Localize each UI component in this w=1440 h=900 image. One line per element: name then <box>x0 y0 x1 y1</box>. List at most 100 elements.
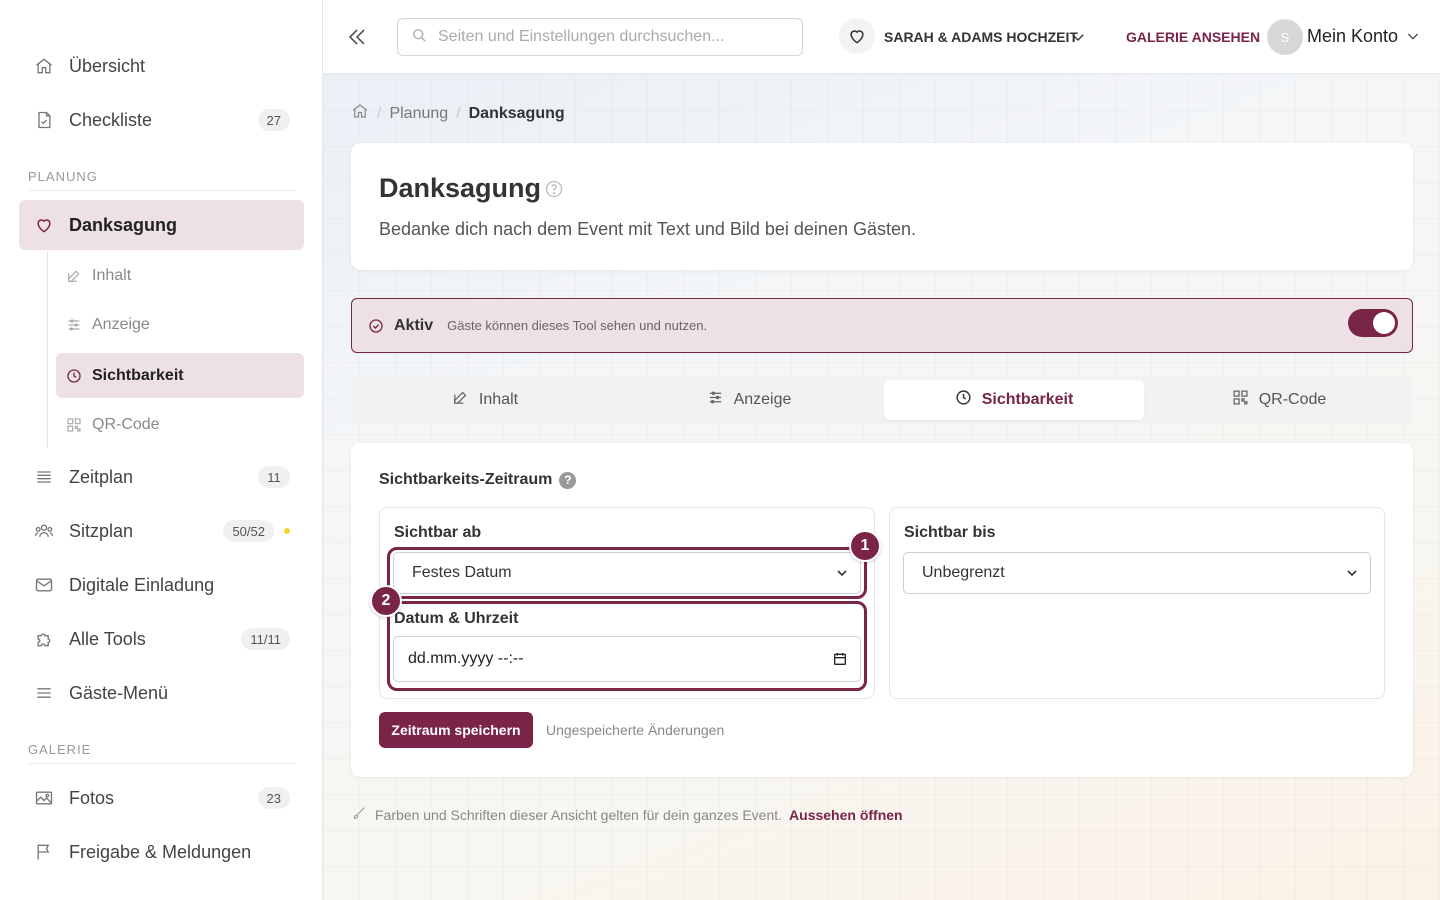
sidebar-item-zeitplan[interactable]: Zeitplan 11 <box>19 452 304 502</box>
sidebar-subitem-label: Anzeige <box>92 315 150 333</box>
view-gallery-link[interactable]: GALERIE ANSEHEN <box>1126 29 1260 45</box>
qr-code-icon <box>66 417 82 433</box>
list-icon <box>33 466 55 488</box>
sidebar-item-label: Zeitplan <box>69 466 134 487</box>
count-badge: 11/11 <box>241 628 290 650</box>
visibility-card: Sichtbarkeits-Zeitraum ? Sichtbar ab Fes… <box>351 443 1413 777</box>
unsaved-changes-note: Ungespeicherte Änderungen <box>546 722 725 738</box>
datetime-input[interactable]: dd.mm.yyyy --:-- <box>393 636 861 682</box>
tab-label: Anzeige <box>733 391 792 408</box>
sidebar-item-gaeste-menue[interactable]: Gäste-Menü <box>19 668 304 718</box>
status-hint: Gäste können dieses Tool sehen und nutze… <box>447 318 708 333</box>
tab-label: Inhalt <box>478 391 519 408</box>
calendar-icon[interactable] <box>832 651 848 667</box>
users-icon <box>33 520 55 542</box>
chevron-down-icon[interactable] <box>1405 28 1421 44</box>
breadcrumb-separator: / <box>377 104 382 122</box>
sidebar-item-freigabe-meldungen[interactable]: Freigabe & Meldungen <box>19 827 304 877</box>
mail-icon <box>33 574 55 596</box>
open-appearance-link[interactable]: Aussehen öffnen <box>789 807 903 823</box>
sidebar-item-sitzplan[interactable]: Sitzplan 50/52 <box>19 506 304 556</box>
topbar: SARAH & ADAMS HOCHZEIT GALERIE ANSEHEN S… <box>323 0 1440 74</box>
breadcrumb-parent[interactable]: Planung <box>389 105 448 123</box>
sidebar-item-fotos[interactable]: Fotos 23 <box>19 773 304 823</box>
page-title: Danksagung <box>379 173 542 203</box>
sidebar-item-digitale-einladung[interactable]: Digitale Einladung <box>19 560 304 610</box>
account-menu[interactable]: Mein Konto <box>1307 26 1398 47</box>
sidebar-item-checkliste[interactable]: Checkliste 27 <box>19 95 304 145</box>
status-dot <box>284 528 290 534</box>
sidebar-subitem-sichtbarkeit[interactable]: Sichtbarkeit <box>56 353 304 398</box>
section-title: Sichtbarkeits-Zeitraum ? <box>379 471 577 489</box>
edit-icon <box>452 389 479 411</box>
event-switcher[interactable]: SARAH & ADAMS HOCHZEIT <box>884 29 1078 45</box>
tab-inhalt[interactable]: Inhalt <box>355 380 615 420</box>
sidebar-item-label: Fotos <box>69 787 115 808</box>
sidebar-subitem-anzeige[interactable]: Anzeige <box>56 302 304 347</box>
event-heart-icon <box>839 18 875 54</box>
sidebar-subitem-label: QR-Code <box>92 415 160 433</box>
visible-until-panel: Sichtbar bis <box>889 507 1385 699</box>
sidebar-item-danksagung[interactable]: Danksagung <box>19 200 304 250</box>
sidebar-item-label: Freigabe & Meldungen <box>69 841 252 862</box>
sliders-icon <box>66 317 82 333</box>
save-period-button[interactable]: Zeitraum speichern <box>379 712 533 748</box>
menu-icon <box>33 682 55 704</box>
chevron-down-icon[interactable] <box>1069 28 1087 46</box>
sidebar: Übersicht Checkliste 27 PLANUNG Danksagu… <box>0 0 323 900</box>
sidebar-item-uebersicht[interactable]: Übersicht <box>19 41 304 91</box>
breadcrumb: / Planung / Danksagung <box>351 102 565 125</box>
qr-code-icon <box>1232 389 1259 411</box>
footer-note-text: Farben und Schriften dieser Ansicht gelt… <box>375 806 783 823</box>
sidebar-subitem-label: Inhalt <box>92 266 132 284</box>
sidebar-subitem-qr-code[interactable]: QR-Code <box>56 402 304 447</box>
submenu-line <box>47 252 48 448</box>
sidebar-subitem-label: Sichtbarkeit <box>92 366 184 384</box>
help-icon[interactable] <box>544 179 564 199</box>
active-toggle[interactable] <box>1348 309 1398 337</box>
checklist-icon <box>33 109 55 131</box>
home-icon <box>33 55 55 77</box>
tab-sichtbarkeit[interactable]: Sichtbarkeit <box>884 380 1144 420</box>
flag-icon <box>33 841 55 863</box>
visible-until-select[interactable]: Unbegrenzt <box>903 552 1371 594</box>
count-badge: 11 <box>258 466 290 488</box>
sidebar-item-label: Danksagung <box>69 214 178 235</box>
tab-label: QR-Code <box>1258 391 1327 408</box>
count-badge: 27 <box>257 109 290 131</box>
help-icon[interactable]: ? <box>559 471 577 489</box>
home-icon[interactable] <box>351 102 369 125</box>
puzzle-icon <box>33 628 55 650</box>
header-card: Danksagung Bedanke dich nach dem Event m… <box>351 143 1413 270</box>
sidebar-item-label: Gäste-Menü <box>69 682 169 703</box>
sidebar-item-label: Alle Tools <box>69 628 146 649</box>
sidebar-item-label: Digitale Einladung <box>69 574 215 595</box>
datetime-placeholder: dd.mm.yyyy --:-- <box>408 650 524 667</box>
search-box[interactable] <box>397 18 803 56</box>
section-heading-galerie: GALERIE <box>28 742 296 764</box>
visible-from-select[interactable]: Festes Datum <box>393 552 861 594</box>
image-icon <box>33 787 55 809</box>
status-bar: Aktiv Gäste können dieses Tool sehen und… <box>351 298 1413 353</box>
clock-icon <box>955 389 982 411</box>
tab-qr-code[interactable]: QR-Code <box>1149 380 1409 420</box>
page-description: Bedanke dich nach dem Event mit Text und… <box>379 219 917 239</box>
search-input[interactable] <box>438 28 778 46</box>
sidebar-subitem-inhalt[interactable]: Inhalt <box>56 253 304 298</box>
step-marker-1: 1 <box>849 530 881 562</box>
tab-label: Sichtbarkeit <box>981 391 1074 408</box>
brush-icon <box>351 805 375 824</box>
status-label: Aktiv <box>394 316 434 334</box>
datetime-label: Datum & Uhrzeit <box>394 610 519 627</box>
sidebar-item-label: Übersicht <box>69 55 146 76</box>
clock-icon <box>66 368 82 384</box>
visible-until-title: Sichtbar bis <box>904 524 996 541</box>
tab-bar: Inhalt Anzeige Sichtbarkeit QR-Code <box>351 376 1413 424</box>
breadcrumb-separator: / <box>456 104 461 122</box>
tab-anzeige[interactable]: Anzeige <box>619 380 879 420</box>
count-badge: 50/52 <box>223 520 274 542</box>
avatar[interactable]: S <box>1267 19 1303 55</box>
toggle-knob <box>1373 312 1395 334</box>
sidebar-item-alle-tools[interactable]: Alle Tools 11/11 <box>19 614 304 664</box>
collapse-sidebar-icon[interactable] <box>345 25 369 49</box>
